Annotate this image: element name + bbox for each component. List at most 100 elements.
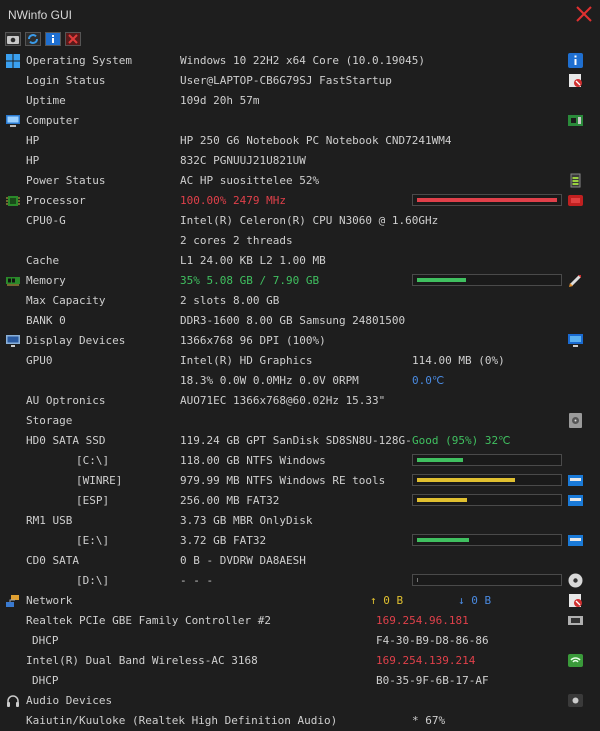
row-display[interactable]: Display Devices 1366x768 96 DPI (100%) (0, 331, 600, 351)
usage-fill (417, 478, 515, 482)
row-bank0[interactable]: BANK 0 DDR3-1600 8.00 GB Samsung 24801500 (0, 311, 600, 331)
value-login-status: User@LAPTOP-CB6G79SJ FastStartup (180, 74, 392, 87)
label-vol-c: [C:\] (76, 454, 110, 467)
value-uptime: 109d 20h 57m (180, 94, 260, 107)
memory-icon (6, 274, 20, 288)
about-button[interactable] (45, 32, 61, 46)
info-tree: Operating System Windows 10 22H2 x64 Core… (0, 51, 600, 731)
row-dhcp2[interactable]: DHCP B0-35-9F-6B-17-AF (0, 671, 600, 691)
label-cpu0: CPU0-G (26, 214, 66, 227)
ethernet-icon[interactable] (568, 613, 583, 628)
label-memory: Memory (26, 274, 66, 287)
label-login-status: Login Status (26, 74, 106, 87)
row-storage[interactable]: Storage (0, 411, 600, 431)
row-computer[interactable]: Computer (0, 111, 600, 131)
row-vol-d[interactable]: [D:\] - - - (0, 571, 600, 591)
close-icon[interactable] (574, 4, 594, 24)
net-off-icon[interactable] (568, 593, 583, 608)
drive-icon[interactable] (568, 493, 583, 508)
refresh-button[interactable] (25, 32, 41, 46)
label-computer: Computer (26, 114, 79, 127)
value-gpu-stats: 18.3% 0.0W 0.0MHz 0.0V 0RPM (180, 374, 359, 387)
label-vol-e: [E:\] (76, 534, 110, 547)
usage-bar-vol-esp (412, 494, 562, 506)
row-max-capacity[interactable]: Max Capacity 2 slots 8.00 GB (0, 291, 600, 311)
label-display: Display Devices (26, 334, 126, 347)
label-vol-d: [D:\] (76, 574, 110, 587)
title-bar: NWinfo GUI (0, 0, 600, 30)
drive-icon[interactable] (568, 473, 583, 488)
processor-icon (6, 194, 20, 208)
info-icon[interactable] (568, 53, 583, 68)
row-cpu0[interactable]: CPU0-G Intel(R) Celeron(R) CPU N3060 @ 1.… (0, 211, 600, 231)
row-cd0[interactable]: CD0 SATA 0 B - DVDRW DA8AESH (0, 551, 600, 571)
camera-icon (7, 36, 19, 44)
optical-icon[interactable] (568, 573, 583, 588)
label-vol-esp: [ESP] (76, 494, 110, 507)
cpu-red-icon[interactable] (568, 193, 583, 208)
network-icon (6, 594, 20, 608)
row-login-status[interactable]: Login Status User@LAPTOP-CB6G79SJ FastSta… (0, 71, 600, 91)
label-hd0: HD0 SATA SSD (26, 434, 106, 447)
monitor-icon[interactable] (568, 333, 583, 348)
row-memory[interactable]: Memory 35% 5.08 GB / 7.90 GB (0, 271, 600, 291)
value2-dhcp1: F4-30-B9-D8-86-86 (376, 634, 489, 647)
label-max-capacity: Max Capacity (26, 294, 106, 307)
speaker-icon[interactable] (568, 693, 583, 708)
close-icon (68, 34, 78, 44)
row-panel[interactable]: AU Optronics AUO71EC 1366x768@60.02Hz 15.… (0, 391, 600, 411)
value-rm1: 3.73 GB MBR OnlyDisk (180, 514, 313, 527)
row-gpu-stats[interactable]: 18.3% 0.0W 0.0MHz 0.0V 0RPM 0.0℃ (0, 371, 600, 391)
computer-icon (6, 114, 20, 128)
row-vol-winre[interactable]: [WINRE] 979.99 MB NTFS Windows RE tools (0, 471, 600, 491)
display-icon (6, 334, 20, 348)
row-os[interactable]: Operating System Windows 10 22H2 x64 Core… (0, 51, 600, 71)
row-uptime[interactable]: Uptime 109d 20h 57m (0, 91, 600, 111)
row-vol-c[interactable]: [C:\] 118.00 GB NTFS Windows (0, 451, 600, 471)
row-processor[interactable]: Processor 100.00% 2479 MHz (0, 191, 600, 211)
label-nic-intel: Intel(R) Dual Band Wireless-AC 3168 (26, 654, 258, 667)
value-cd0: 0 B - DVDRW DA8AESH (180, 554, 306, 567)
exit-button[interactable] (65, 32, 81, 46)
label-hp-board: HP (26, 154, 40, 167)
window-title: NWinfo GUI (8, 8, 73, 22)
drive-icon[interactable] (568, 533, 583, 548)
label-vol-winre: [WINRE] (76, 474, 123, 487)
wifi-icon[interactable] (568, 653, 583, 668)
label-power-status: Power Status (26, 174, 106, 187)
row-cpu-cores[interactable]: 2 cores 2 threads (0, 231, 600, 251)
row-nic-realtek[interactable]: Realtek PCIe GBE Family Controller #2 169… (0, 611, 600, 631)
row-vol-esp[interactable]: [ESP] 256.00 MB FAT32 (0, 491, 600, 511)
value-bank0: DDR3-1600 8.00 GB Samsung 24801500 (180, 314, 406, 327)
screenshot-button[interactable] (5, 32, 21, 46)
row-hd0[interactable]: HD0 SATA SSD 119.24 GB GPT SanDisk SD8SN8… (0, 431, 600, 451)
value2-network: ↑ 0 B (370, 594, 404, 607)
value2-dhcp2: B0-35-9F-6B-17-AF (376, 674, 489, 687)
row-power-status[interactable]: Power Status AC HP suosittelee 52% (0, 171, 600, 191)
board-icon[interactable] (568, 113, 583, 128)
usage-fill (417, 458, 463, 462)
battery-icon[interactable] (568, 173, 583, 188)
row-audio[interactable]: Audio Devices (0, 691, 600, 711)
row-nic-intel[interactable]: Intel(R) Dual Band Wireless-AC 3168 169.2… (0, 651, 600, 671)
value2-kuuloke: * 67% (412, 714, 446, 727)
value2-gpu0: 114.00 MB (0%) (412, 354, 505, 367)
rocket-icon[interactable] (568, 273, 583, 288)
label-hp-model: HP (26, 134, 40, 147)
label-kuuloke: Kaiutin/Kuuloke (Realtek High Definition… (26, 714, 338, 727)
row-gpu0[interactable]: GPU0 Intel(R) HD Graphics 114.00 MB (0%) (0, 351, 600, 371)
row-network[interactable]: Network ↑ 0 B ↓ 0 B (0, 591, 600, 611)
label-storage: Storage (26, 414, 73, 427)
row-vol-e[interactable]: [E:\] 3.72 GB FAT32 (0, 531, 600, 551)
value2-nic-intel: 169.254.139.214 (376, 654, 476, 667)
row-hp-board[interactable]: HP 832C PGNUUJ21U821UW (0, 151, 600, 171)
row-hp-model[interactable]: HP HP 250 G6 Notebook PC Notebook CND7241… (0, 131, 600, 151)
disk-icon[interactable] (568, 413, 583, 428)
row-cache[interactable]: Cache L1 24.00 KB L2 1.00 MB (0, 251, 600, 271)
usage-bar-vol-winre (412, 474, 562, 486)
value-hp-board: 832C PGNUUJ21U821UW (180, 154, 306, 167)
row-dhcp1[interactable]: DHCP F4-30-B9-D8-86-86 (0, 631, 600, 651)
row-rm1[interactable]: RM1 USB 3.73 GB MBR OnlyDisk (0, 511, 600, 531)
user-icon[interactable] (568, 73, 583, 88)
row-kuuloke[interactable]: Kaiutin/Kuuloke (Realtek High Definition… (0, 711, 600, 731)
